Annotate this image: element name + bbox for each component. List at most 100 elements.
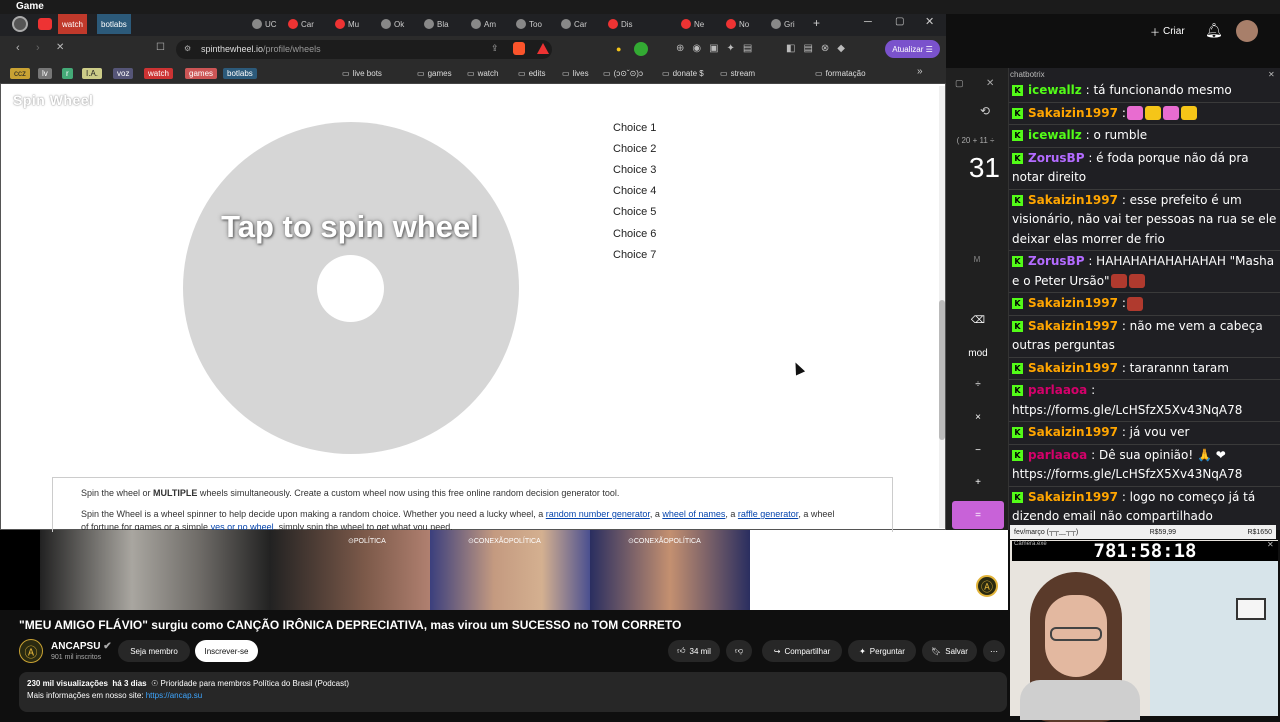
wheel-choice[interactable]: Choice 4 <box>613 185 656 197</box>
wheel-choice[interactable]: Choice 7 <box>613 249 656 261</box>
browser-tab[interactable]: Dis <box>604 14 637 34</box>
bookmark-item[interactable]: watch <box>144 66 173 80</box>
avatar[interactable] <box>1236 20 1258 42</box>
update-button[interactable]: Atualizar ☰ <box>885 40 940 58</box>
more-icon[interactable]: ⋯ <box>983 640 1005 662</box>
restore-icon[interactable]: ▢ <box>955 78 964 89</box>
browser-tab[interactable]: Ne <box>677 14 708 34</box>
divide-button[interactable]: ÷ <box>952 370 1004 398</box>
browser-tab[interactable]: Car <box>284 14 318 34</box>
extension-icon[interactable]: ● <box>616 44 621 54</box>
bookmark-icon[interactable]: ☐ <box>156 42 165 53</box>
back-icon[interactable]: ‹ <box>16 42 20 54</box>
chat-username[interactable]: Sakaizin1997 <box>1028 106 1118 120</box>
create-button[interactable]: ＋ Criar <box>1150 20 1194 42</box>
close-icon[interactable]: ✕ <box>1267 540 1274 549</box>
extension-icons[interactable]: ⊕◉▣✦▤ <box>676 43 760 54</box>
equals-button[interactable]: = <box>952 501 1004 529</box>
forward-icon[interactable]: › <box>36 42 40 54</box>
subscribe-button[interactable]: Inscrever-se <box>195 640 258 662</box>
minimize-icon[interactable]: ─ <box>864 16 872 28</box>
mod-button[interactable]: mod <box>952 339 1004 367</box>
wheel-choice[interactable]: Choice 1 <box>613 122 656 134</box>
tab-watch[interactable]: watch <box>58 14 87 34</box>
channel-avatar[interactable]: Ⓐ <box>19 639 43 663</box>
raffle-generator-link[interactable]: raffle generator <box>738 509 798 519</box>
browser-tab[interactable]: Car <box>557 14 591 34</box>
tab-botlabs[interactable]: botlabs <box>97 14 131 34</box>
dislike-button[interactable]: 👎︎ <box>726 640 752 662</box>
bookmark-item[interactable]: ▭ (ↄ⊙ˇ⊙)ↄ <box>603 66 643 80</box>
browser-profile-icon[interactable] <box>12 16 28 32</box>
new-tab-icon[interactable]: + <box>813 16 820 30</box>
bookmark-item[interactable]: ▭ formatação <box>815 66 866 80</box>
bookmark-item[interactable]: ccz <box>10 66 30 80</box>
minus-button[interactable]: − <box>952 436 1004 464</box>
bookmark-item[interactable]: I.A. <box>82 66 103 80</box>
chat-username[interactable]: Sakaizin1997 <box>1028 296 1118 310</box>
bookmark-item[interactable]: ▭ watch <box>467 66 498 80</box>
browser-tab[interactable]: Gri <box>767 14 799 34</box>
bookmark-item[interactable]: botlabs <box>223 66 257 80</box>
site-info-icon[interactable]: ⚙ <box>184 44 191 53</box>
bookmark-item[interactable]: ▭ live bots <box>342 66 382 80</box>
bookmark-item[interactable]: ▭ donate $ <box>662 66 704 80</box>
chat-username[interactable]: ZorusBP <box>1028 151 1085 165</box>
close-icon[interactable]: ✕ <box>986 78 994 89</box>
wheel-of-names-link[interactable]: wheel of names <box>662 509 725 519</box>
browser-tab[interactable]: Mu <box>331 14 363 34</box>
random-number-link[interactable]: random number generator <box>546 509 650 519</box>
browser-tab[interactable]: Bla <box>420 14 453 34</box>
chat-username[interactable]: Sakaizin1997 <box>1028 193 1118 207</box>
wheel-prompt[interactable]: Tap to spin wheel <box>150 209 550 245</box>
share-icon[interactable]: ⇪ <box>491 43 499 54</box>
browser-tab[interactable]: UC <box>248 14 281 34</box>
bookmark-item[interactable]: ▭ lives <box>562 66 589 80</box>
chat-username[interactable]: parlaaoa <box>1028 383 1087 397</box>
browser-tab[interactable]: Ok <box>377 14 408 34</box>
bookmark-item[interactable]: voz <box>113 66 134 80</box>
stop-icon[interactable]: ✕ <box>56 42 64 53</box>
chat-username[interactable]: icewallz <box>1028 83 1082 97</box>
browser-tab[interactable]: Too <box>512 14 546 34</box>
close-icon[interactable]: ✕ <box>925 15 934 28</box>
plus-button[interactable]: + <box>952 468 1004 496</box>
chat-username[interactable]: parlaaoa <box>1028 448 1087 462</box>
bookmark-item[interactable]: ▭ stream <box>720 66 755 80</box>
ask-button[interactable]: ✦ Perguntar <box>848 640 916 662</box>
memory-button[interactable]: M <box>948 255 1006 264</box>
chat-username[interactable]: Sakaizin1997 <box>1028 490 1118 504</box>
wheel-choice[interactable]: Choice 3 <box>613 164 656 176</box>
yes-no-wheel-link[interactable]: yes or no wheel <box>211 522 274 530</box>
site-logo[interactable]: Spin Wheel <box>13 92 93 108</box>
scrollbar-thumb[interactable] <box>939 300 945 440</box>
brave-rewards-icon[interactable] <box>537 43 549 54</box>
chat-username[interactable]: icewallz <box>1028 128 1082 142</box>
join-button[interactable]: Seja membro <box>118 640 190 662</box>
multiply-button[interactable]: × <box>952 403 1004 431</box>
history-icon[interactable]: ⟲ <box>980 104 990 118</box>
site-link[interactable]: https://ancap.su <box>146 691 202 700</box>
channel-name[interactable]: ANCAPSU ✔ <box>51 641 112 652</box>
share-button[interactable]: ↪ Compartilhar <box>762 640 842 662</box>
browser-tab[interactable]: Am <box>467 14 500 34</box>
chat-username[interactable]: ZorusBP <box>1028 254 1085 268</box>
backspace-button[interactable]: ⌫ <box>952 306 1004 334</box>
extension-icon[interactable] <box>634 42 648 56</box>
bookmark-item[interactable]: r <box>62 66 73 80</box>
bookmark-item[interactable]: ▭ games <box>417 66 452 80</box>
youtube-tab-icon[interactable] <box>38 18 52 30</box>
wheel-center[interactable] <box>317 255 384 322</box>
maximize-icon[interactable]: ▢ <box>895 16 904 27</box>
save-button[interactable]: 🔖︎ Salvar <box>922 640 977 662</box>
bookmark-item[interactable]: games <box>185 66 218 80</box>
toolbar-icons[interactable]: ◧▤⊗◆ <box>786 43 853 54</box>
brave-shield-icon[interactable] <box>513 42 525 55</box>
wheel-choice[interactable]: Choice 6 <box>613 228 656 240</box>
chat-username[interactable]: Sakaizin1997 <box>1028 319 1118 333</box>
bookmarks-overflow-icon[interactable]: » <box>917 66 923 77</box>
bookmark-item[interactable]: ▭ edits <box>518 66 545 80</box>
wheel-choice[interactable]: Choice 2 <box>613 143 656 155</box>
wheel-choice[interactable]: Choice 5 <box>613 206 656 218</box>
chat-username[interactable]: Sakaizin1997 <box>1028 361 1118 375</box>
